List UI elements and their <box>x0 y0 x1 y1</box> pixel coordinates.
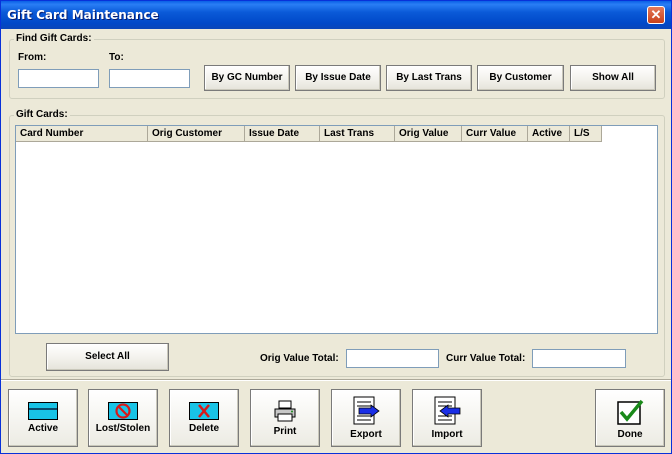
card-prohibited-icon <box>108 402 138 420</box>
export-document-icon <box>353 396 380 425</box>
by-customer-button[interactable]: By Customer <box>477 65 564 91</box>
import-document-icon <box>434 396 461 425</box>
column-orig-customer[interactable]: Orig Customer <box>148 126 245 142</box>
card-delete-icon <box>189 402 219 420</box>
by-last-trans-button[interactable]: By Last Trans <box>386 65 472 91</box>
to-input[interactable] <box>109 69 190 88</box>
column-last-trans[interactable]: Last Trans <box>320 126 395 142</box>
column-card-number[interactable]: Card Number <box>16 126 148 142</box>
column-issue-date[interactable]: Issue Date <box>245 126 320 142</box>
orig-value-total-label: Orig Value Total: <box>260 353 339 364</box>
delete-button[interactable]: Delete <box>169 389 239 447</box>
curr-value-total-label: Curr Value Total: <box>446 353 526 364</box>
close-button[interactable]: ✕ <box>647 6 665 24</box>
column-curr-value[interactable]: Curr Value <box>462 126 528 142</box>
import-button[interactable]: Import <box>412 389 482 447</box>
select-all-button[interactable]: Select All <box>46 343 169 371</box>
print-button[interactable]: Print <box>250 389 320 447</box>
active-button[interactable]: Active <box>8 389 78 447</box>
to-label: To: <box>109 52 124 63</box>
export-button[interactable]: Export <box>331 389 401 447</box>
window-title: Gift Card Maintenance <box>7 8 159 22</box>
gift-card-maintenance-window: Gift Card Maintenance ✕ Find Gift Cards:… <box>0 0 672 454</box>
lost-stolen-button[interactable]: Lost/Stolen <box>88 389 158 447</box>
orig-value-total-field <box>346 349 439 368</box>
done-button[interactable]: Done <box>595 389 665 447</box>
curr-value-total-field <box>532 349 626 368</box>
gift-cards-legend: Gift Cards: <box>14 109 70 120</box>
show-all-button[interactable]: Show All <box>570 65 656 91</box>
find-gift-cards-legend: Find Gift Cards: <box>14 33 94 44</box>
toolbar-separator <box>1 379 671 381</box>
from-label: From: <box>18 52 47 63</box>
column-lost-stolen[interactable]: L/S <box>570 126 602 142</box>
credit-card-icon <box>28 402 58 420</box>
table-header: Card Number Orig Customer Issue Date Las… <box>16 126 602 142</box>
by-gc-number-button[interactable]: By GC Number <box>204 65 290 91</box>
close-icon: ✕ <box>650 7 662 22</box>
printer-icon <box>274 400 296 422</box>
gift-cards-table[interactable]: Card Number Orig Customer Issue Date Las… <box>15 125 658 334</box>
title-bar: Gift Card Maintenance <box>1 1 671 29</box>
from-input[interactable] <box>18 69 99 88</box>
by-issue-date-button[interactable]: By Issue Date <box>295 65 381 91</box>
column-active[interactable]: Active <box>528 126 570 142</box>
column-orig-value[interactable]: Orig Value <box>395 126 462 142</box>
checkmark-icon <box>617 399 644 425</box>
